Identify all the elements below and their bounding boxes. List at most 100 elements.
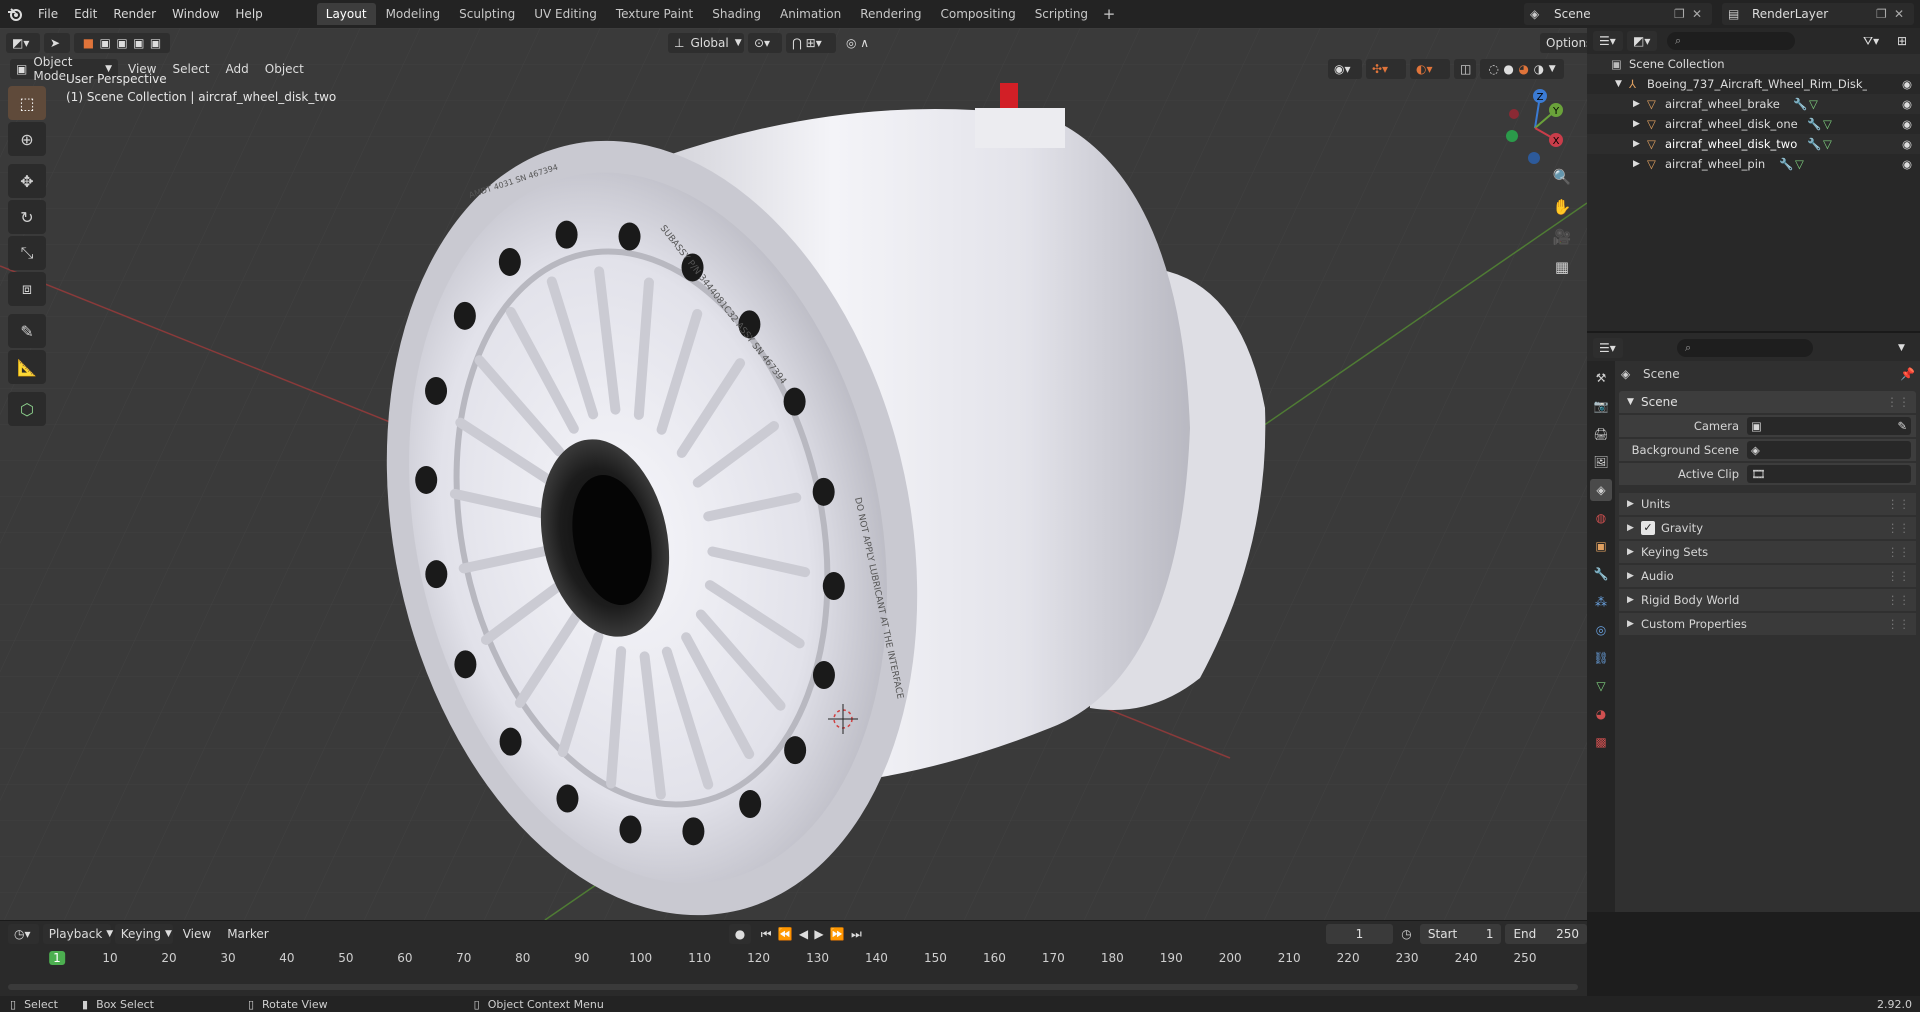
snap-toggle[interactable]: ⋂ ⊞▾ [786, 33, 836, 53]
tab-world[interactable]: ◍ [1590, 507, 1612, 529]
outliner-editor-type[interactable]: ☰▾ [1593, 31, 1623, 51]
start-frame-field[interactable]: Start 1 [1419, 924, 1502, 944]
remove-layer-icon[interactable]: ✕ [1894, 7, 1908, 21]
overlay-toggle[interactable]: ◐▾ [1410, 59, 1450, 79]
ortho-toggle-button[interactable]: ▦ [1549, 254, 1575, 280]
proportional-edit-toggle[interactable]: ◎ ∧ [840, 33, 880, 53]
tool-rotate[interactable]: ↻ [8, 200, 46, 234]
shading-modes[interactable]: ◌ ● ◕ ◑ ▼ [1480, 59, 1564, 79]
active-clip-field[interactable]: 🎞 [1747, 465, 1911, 483]
tab-object[interactable]: ▣ [1590, 535, 1612, 557]
menu-help[interactable]: Help [227, 0, 270, 28]
visibility-dropdown[interactable]: ◉▾ [1328, 59, 1362, 79]
outliner-search-input[interactable]: ⌕ [1667, 32, 1795, 50]
expand-arrow-icon[interactable]: ▶ [1633, 159, 1647, 169]
tab-output[interactable]: 🖨 [1590, 423, 1612, 445]
transform-orientation-dropdown[interactable]: ⊥ Global ▼ [668, 33, 744, 53]
tab-texture[interactable]: ▩ [1590, 731, 1612, 753]
tool-cursor[interactable]: ⊕ [8, 122, 46, 156]
tool-scale[interactable]: ⤡ [8, 236, 46, 270]
outliner-row-object-active[interactable]: ▶ ▽ aircraf_wheel_disk_two 🔧 ▽ ◉ [1587, 134, 1920, 154]
tab-layout[interactable]: Layout [316, 3, 376, 25]
expand-arrow-icon[interactable]: ▶ [1633, 139, 1647, 149]
keying-dropdown[interactable]: Keying ▼ [114, 924, 173, 944]
expand-arrow-icon[interactable]: ▶ [1633, 99, 1647, 109]
play-reverse-icon[interactable]: ◀ [799, 927, 808, 941]
zoom-view-button[interactable]: 🔍 [1549, 164, 1575, 190]
preview-range-icon[interactable]: ◷ [1401, 927, 1420, 941]
visibility-eye-icon[interactable]: ◉ [1902, 157, 1912, 171]
tab-physics[interactable]: ◎ [1590, 619, 1612, 641]
tab-animation[interactable]: Animation [771, 3, 850, 25]
pan-view-button[interactable]: ✋ [1549, 194, 1575, 220]
auto-keying-toggle[interactable]: ● [728, 924, 751, 944]
jump-keyframe-back-icon[interactable]: ⏪ [778, 927, 793, 941]
tab-uv-editing[interactable]: UV Editing [525, 3, 606, 25]
outliner-filter[interactable]: ⛛▾ [1857, 31, 1887, 51]
scene-selector[interactable]: ◈ Scene ❐ ✕ [1524, 3, 1712, 25]
rigid-body-world-panel[interactable]: ▶ Rigid Body World ⋮⋮ [1619, 589, 1916, 611]
tab-constraints[interactable]: ⛓ [1590, 647, 1612, 669]
expand-arrow-icon[interactable]: ▼ [1615, 79, 1629, 89]
add-workspace-button[interactable]: + [1098, 5, 1120, 23]
tab-rendering[interactable]: Rendering [851, 3, 930, 25]
visibility-eye-icon[interactable]: ◉ [1902, 97, 1912, 111]
gravity-panel[interactable]: ▶ ✓ Gravity ⋮⋮ [1619, 517, 1916, 539]
drag-handle-icon[interactable]: ⋮⋮ [1887, 497, 1910, 511]
gizmo-toggle[interactable]: ✣▾ [1366, 59, 1406, 79]
tool-select-box[interactable]: ⬚ [8, 86, 46, 120]
view-layer-selector[interactable]: ▤ RenderLayer ❐ ✕ [1722, 3, 1914, 25]
tab-view-layer[interactable]: 🖼 [1590, 451, 1612, 473]
gizmo-neg-x[interactable] [1506, 130, 1518, 142]
playback-dropdown[interactable]: Playback ▼ [42, 924, 113, 944]
blender-logo-icon[interactable] [0, 0, 30, 28]
properties-search-input[interactable]: ⌕ [1677, 339, 1813, 357]
eyedropper-icon[interactable]: ✎ [1897, 419, 1907, 433]
tab-particles[interactable]: ⁂ [1590, 591, 1612, 613]
gravity-checkbox[interactable]: ✓ [1641, 521, 1655, 535]
tab-render[interactable]: 📷 [1590, 395, 1612, 417]
menu-window[interactable]: Window [164, 0, 227, 28]
visibility-eye-icon[interactable]: ◉ [1902, 117, 1912, 131]
gizmo-neg-y[interactable] [1509, 109, 1519, 119]
gizmo-neg-z[interactable] [1528, 152, 1540, 164]
outliner-row-object[interactable]: ▶ ▽ aircraf_wheel_brake 🔧 ▽ ◉ [1587, 94, 1920, 114]
xray-toggle[interactable]: ◫ [1454, 59, 1476, 79]
timeline-menu-marker[interactable]: Marker [221, 924, 274, 944]
viewport-menu-select[interactable]: Select [166, 59, 215, 79]
outliner-row-scene-collection[interactable]: ▣ Scene Collection [1587, 54, 1920, 74]
select-tool-button[interactable]: ➤ [44, 33, 70, 53]
audio-panel[interactable]: ▶ Audio ⋮⋮ [1619, 565, 1916, 587]
tool-move[interactable]: ✥ [8, 164, 46, 198]
3d-viewport[interactable]: SUBASSY P/N 3444081C32 ASSY SN 467394 DO… [0, 28, 1587, 920]
tool-add-cube[interactable]: ⬡ [8, 392, 46, 426]
tab-material[interactable]: ◕ [1590, 703, 1612, 725]
camera-field[interactable]: ▣ ✎ [1747, 417, 1911, 435]
viewport-menu-add[interactable]: Add [220, 59, 255, 79]
outliner-row-object[interactable]: ▶ ▽ aircraf_wheel_disk_one 🔧 ▽ ◉ [1587, 114, 1920, 134]
current-frame-field[interactable]: 1 [1325, 924, 1394, 944]
navigation-gizmo[interactable]: Z Y X [1500, 88, 1570, 168]
pin-icon[interactable]: 📌 [1900, 367, 1915, 381]
play-icon[interactable]: ▶ [814, 927, 823, 941]
timeline-menu-view[interactable]: View [177, 924, 217, 944]
background-scene-field[interactable]: ◈ [1747, 441, 1911, 459]
editor-type-button[interactable]: ◩▾ [6, 33, 40, 53]
menu-render[interactable]: Render [105, 0, 164, 28]
drag-handle-icon[interactable]: ⋮⋮ [1887, 569, 1910, 583]
selection-mode-buttons[interactable]: ■ ▣ ▣ ▣ ▣ [74, 33, 170, 53]
copy-layer-icon[interactable]: ❐ [1876, 7, 1894, 21]
tab-compositing[interactable]: Compositing [931, 3, 1024, 25]
tool-annotate[interactable]: ✎ [8, 314, 46, 348]
tool-measure[interactable]: 📐 [8, 350, 46, 384]
tab-shading[interactable]: Shading [703, 3, 770, 25]
menu-edit[interactable]: Edit [66, 0, 105, 28]
timeline-ruler[interactable]: 1 10 20 30 40 50 60 70 80 90 100 110 120 130 140 150 160… [0, 949, 1587, 969]
drag-handle-icon[interactable]: ⋮⋮ [1887, 521, 1910, 535]
timeline-editor-type[interactable]: ◷▾ [8, 924, 39, 944]
new-collection-button[interactable]: ⊞ [1891, 31, 1911, 51]
viewport-menu-object[interactable]: Object [259, 59, 310, 79]
camera-view-button[interactable]: 🎥 [1549, 224, 1575, 250]
outliner-row-object[interactable]: ▶ ▽ aircraf_wheel_pin 🔧 ▽ ◉ [1587, 154, 1920, 174]
visibility-eye-icon[interactable]: ◉ [1902, 77, 1912, 91]
